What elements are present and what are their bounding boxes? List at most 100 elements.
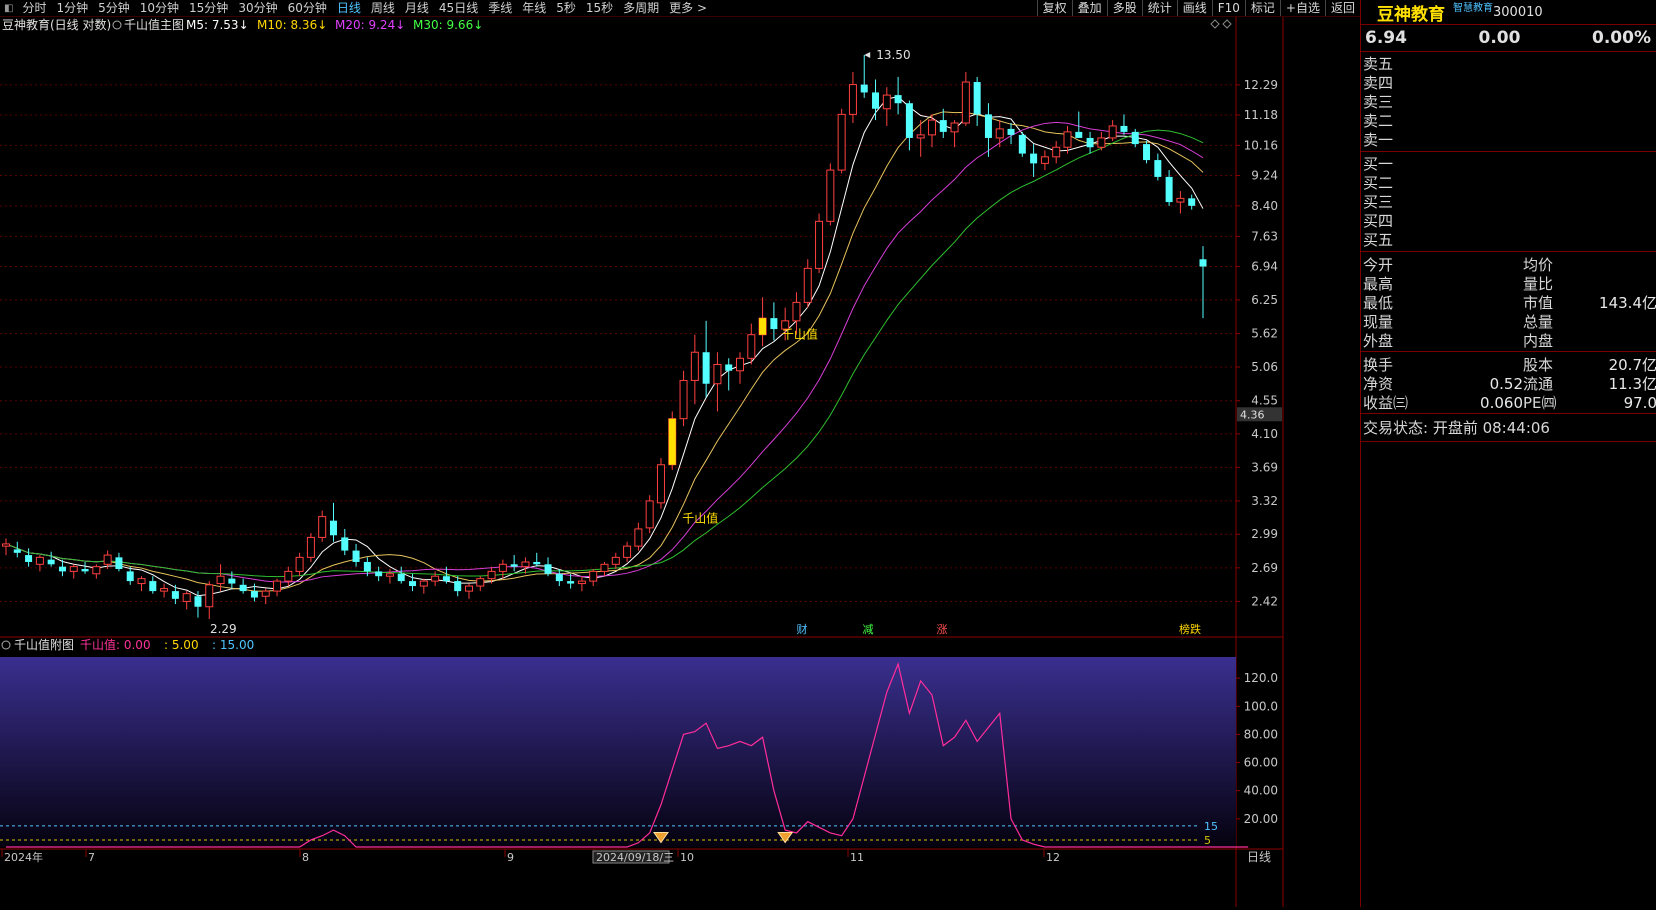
sub-legend-value: : 15.00 [212,638,254,652]
stock-subname: 智慧教育 [1453,3,1493,14]
candle-body [216,575,225,585]
period-tab[interactable]: 60分钟 [283,0,332,16]
sub-y-tick-label: 40.00 [1244,784,1278,798]
tool-button[interactable]: 画线 [1176,0,1212,16]
event-marker: 财 [797,622,808,636]
signal-candle [759,318,767,335]
candle-body [13,549,21,553]
period-tab[interactable]: 1分钟 [51,0,93,16]
candle-body [261,590,270,597]
candle-body [1086,137,1094,148]
period-tab[interactable]: 月线 [400,0,434,16]
candle-body [1030,153,1038,164]
order-row[interactable]: 卖四 [1361,73,1656,92]
period-tab[interactable]: 分时 [17,0,51,16]
tool-button[interactable]: +自选 [1279,0,1325,16]
signal-label: 千山值 [782,327,818,342]
candle-body [510,564,518,567]
period-tab[interactable]: 5分钟 [93,0,135,16]
candle-body [194,596,202,607]
candle-body [770,318,778,330]
y-tick-label: 5.62 [1251,327,1278,341]
tool-button[interactable]: 返回 [1324,0,1360,16]
order-row[interactable]: 卖一 [1361,130,1656,149]
candle-body [736,357,745,372]
period-tab[interactable]: 多周期 [618,0,664,16]
tool-button[interactable]: 统计 [1141,0,1177,16]
candle-body [295,556,304,572]
tool-button[interactable]: F10 [1211,0,1245,16]
period-tab[interactable]: 15秒 [581,0,618,16]
period-tab[interactable]: 更多 > [664,0,712,16]
candle-body [860,84,868,93]
tool-button[interactable]: 叠加 [1071,0,1107,16]
sub-y-tick-label: 80.00 [1244,727,1278,741]
period-tab[interactable]: 5秒 [551,0,581,16]
candle-body [171,591,179,599]
tool-button[interactable]: 多股 [1106,0,1142,16]
period-tab[interactable]: 10分钟 [135,0,184,16]
candle-body [1040,156,1049,164]
x-tick-label: 2024/09/18/三 [596,851,674,864]
order-row[interactable]: 买三 [1361,192,1656,211]
candle-body [363,561,371,572]
period-tab[interactable]: 45日线 [434,0,483,16]
candle-body [318,516,327,538]
candle-body [47,559,55,565]
candle-body [1131,131,1139,145]
window-icon[interactable]: ◧ [0,3,17,14]
threshold-5-label: 5 [1204,834,1211,847]
candle-body [894,95,902,104]
y-tick-label: 2.99 [1251,527,1278,541]
stat-label: 收益㈢ [1363,394,1409,412]
signal-candle [668,418,676,465]
price-change-pct: 0.00% [1592,28,1651,48]
stat-row: 净资 0.52 流通 11.3亿 [1361,373,1656,394]
candle-body [577,580,586,585]
period-tab[interactable]: 日线 [332,0,366,16]
ma-legend: M20: 9.24↓ [335,18,405,32]
period-tab[interactable]: 15分钟 [184,0,233,16]
chart-title: 豆神教育(日线 对数) [2,17,111,32]
candle-body [1097,137,1106,148]
sub-legend-name: 千山值 [80,637,116,652]
candle-body [656,464,665,504]
candle-body [984,114,992,138]
period-tab[interactable]: 季线 [483,0,517,16]
order-row[interactable]: 卖三 [1361,92,1656,111]
y-tick-label: 2.69 [1251,561,1278,575]
period-tab[interactable]: 周线 [366,0,400,16]
candle-body [792,301,801,322]
stat-label: 股本 [1523,356,1554,374]
order-row[interactable]: 买一 [1361,154,1656,173]
candle-body [589,570,598,582]
x-tick-label: 8 [302,851,309,864]
candle-body [1165,176,1173,203]
stat-label: 最高 [1363,275,1394,293]
indicator-name: 千山值主图 [124,17,184,32]
candle-body [273,580,282,592]
candle-body [103,554,112,565]
chart-area: 豆神教育(日线 对数) 千山值主图 M5: 7.53↓ M10: 8.36↓ M20: … [0,17,1360,907]
period-tab[interactable]: 30分钟 [233,0,282,16]
candle-body [126,571,134,582]
main-panel-bg [0,17,1236,637]
candle-body [725,364,733,371]
stat-row: 最低 市值 143.4亿 [1361,292,1656,312]
last-price: 6.94 [1365,28,1407,48]
stat-label: 今开 [1363,256,1394,274]
order-row[interactable]: 买二 [1361,173,1656,192]
candle-body [882,94,891,110]
order-row[interactable]: 卖二 [1361,111,1656,130]
order-row[interactable]: 卖五 [1361,54,1656,73]
candle-body [58,566,66,572]
period-tab[interactable]: 年线 [517,0,551,16]
tool-button[interactable]: 复权 [1036,0,1072,16]
tool-button[interactable]: 标记 [1244,0,1280,16]
stat-label: 量比 [1523,275,1554,293]
order-row[interactable]: 买五 [1361,230,1656,249]
y-tick-label: 5.06 [1251,360,1278,374]
order-row[interactable]: 买四 [1361,211,1656,230]
stock-chart[interactable]: 豆神教育(日线 对数) 千山值主图 M5: 7.53↓ M10: 8.36↓ M20: … [0,17,1360,907]
stat-row: 现量 总量 [1361,311,1656,331]
